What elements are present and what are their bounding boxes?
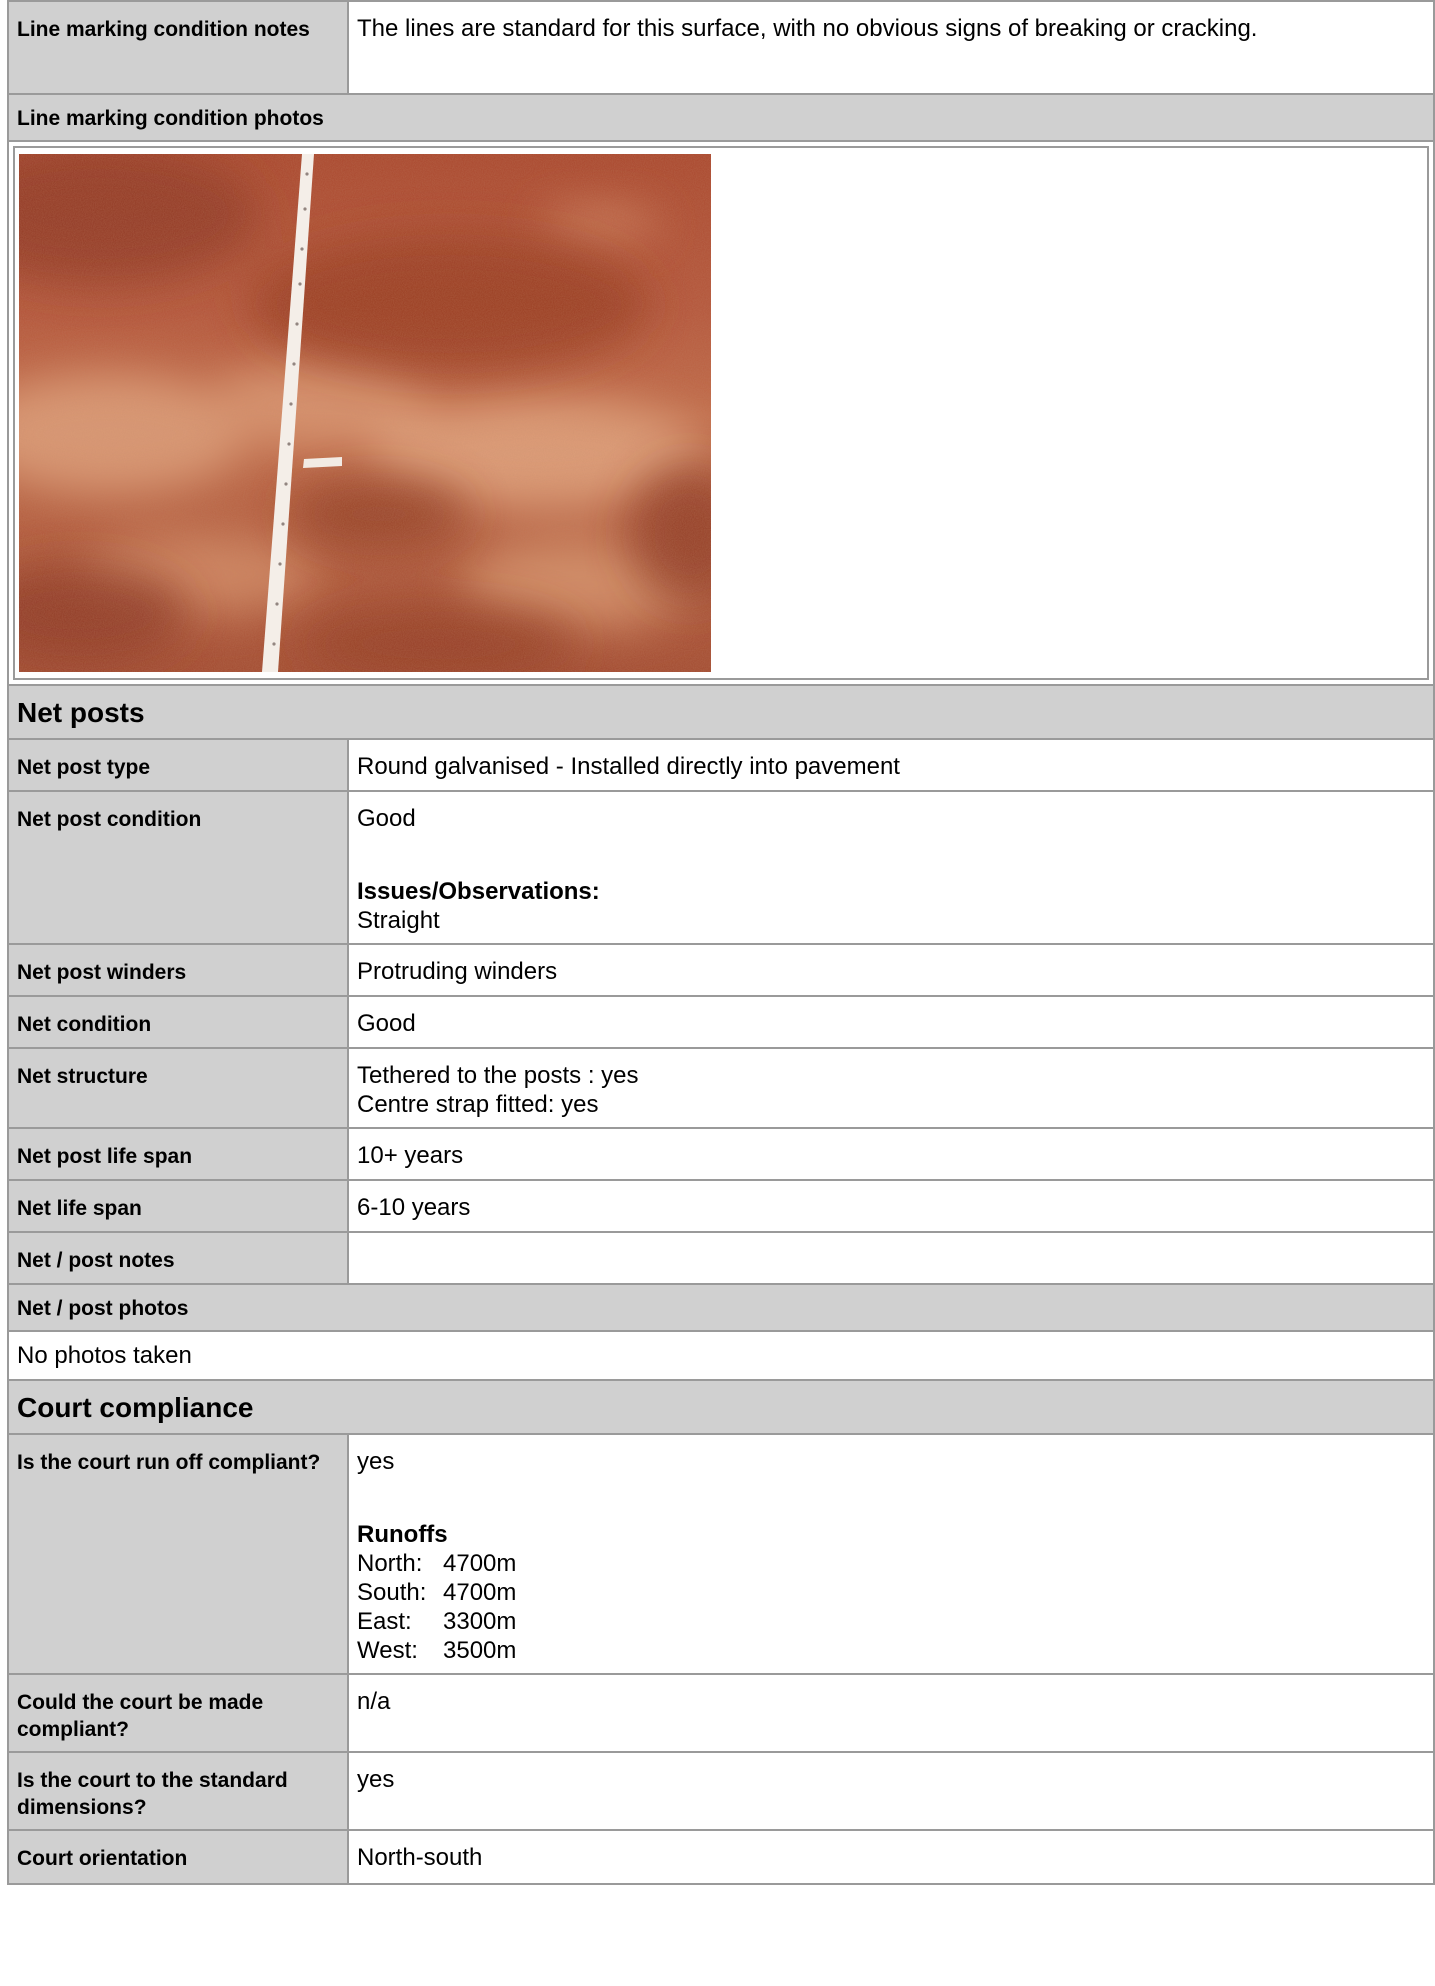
line-marking-photo-row <box>7 140 1435 686</box>
net-structure-line-1: Tethered to the posts : yes <box>357 1062 639 1089</box>
court-compliance-section-row: Court compliance <box>7 1379 1435 1435</box>
net-structure-line-2: Centre strap fitted: yes <box>357 1091 599 1118</box>
runoff-dir: South: <box>357 1579 427 1606</box>
net-life-span-row: Net life span 6-10 years <box>7 1179 1435 1233</box>
runoff-east: East: 3300m <box>357 1607 1425 1636</box>
inspection-report-table: Line marking condition notes The lines a… <box>7 0 1435 1885</box>
net-post-condition-value: Good Issues/Observations: Straight <box>347 790 1435 945</box>
runoff-value: 4700m <box>443 1579 517 1606</box>
net-post-photos-header-row: Net / post photos <box>7 1283 1435 1332</box>
net-posts-section-title: Net posts <box>7 684 1435 740</box>
court-orientation-row: Court orientation North-south <box>7 1829 1435 1885</box>
court-line-photo <box>19 154 711 672</box>
made-compliant-row: Could the court be made compliant? n/a <box>7 1673 1435 1753</box>
court-compliance-section-title: Court compliance <box>7 1379 1435 1435</box>
net-post-photos-value: No photos taken <box>7 1330 1435 1381</box>
runoff-west: West: 3500m <box>357 1636 1425 1665</box>
net-post-life-span-value: 10+ years <box>347 1127 1435 1181</box>
standard-dimensions-value: yes <box>347 1751 1435 1831</box>
made-compliant-label: Could the court be made compliant? <box>7 1673 349 1753</box>
net-condition-row: Net condition Good <box>7 995 1435 1049</box>
net-posts-section-row: Net posts <box>7 684 1435 740</box>
runoff-dir: West: <box>357 1637 418 1664</box>
line-marking-photo-cell <box>7 140 1435 686</box>
net-post-notes-label: Net / post notes <box>7 1231 349 1285</box>
runoff-value: 4700m <box>443 1550 517 1577</box>
line-marking-notes-row: Line marking condition notes The lines a… <box>7 0 1435 95</box>
net-structure-row: Net structure Tethered to the posts : ye… <box>7 1047 1435 1129</box>
net-life-span-label: Net life span <box>7 1179 349 1233</box>
standard-dimensions-row: Is the court to the standard dimensions?… <box>7 1751 1435 1831</box>
net-post-photos-label: Net / post photos <box>7 1283 1435 1332</box>
line-marking-notes-value: The lines are standard for this surface,… <box>347 0 1435 95</box>
net-post-notes-value <box>347 1231 1435 1285</box>
runoff-north: North: 4700m <box>357 1549 1425 1578</box>
net-post-winders-value: Protruding winders <box>347 943 1435 997</box>
net-structure-value: Tethered to the posts : yes Centre strap… <box>347 1047 1435 1129</box>
net-condition-value: Good <box>347 995 1435 1049</box>
net-post-condition-label: Net post condition <box>7 790 349 945</box>
line-marking-photos-label: Line marking condition photos <box>7 93 1435 142</box>
net-post-condition-row: Net post condition Good Issues/Observati… <box>7 790 1435 945</box>
court-orientation-label: Court orientation <box>7 1829 349 1885</box>
photo-frame <box>13 146 1429 680</box>
runoff-dir: East: <box>357 1608 412 1635</box>
net-post-winders-row: Net post winders Protruding winders <box>7 943 1435 997</box>
runoff-dir: North: <box>357 1550 423 1577</box>
issues-observations-title: Issues/Observations: <box>357 878 600 905</box>
runoff-south: South: 4700m <box>357 1578 1425 1607</box>
net-post-type-value: Round galvanised - Installed directly in… <box>347 738 1435 792</box>
net-post-type-row: Net post type Round galvanised - Install… <box>7 738 1435 792</box>
net-post-notes-row: Net / post notes <box>7 1231 1435 1285</box>
net-post-type-label: Net post type <box>7 738 349 792</box>
runoff-compliant-value: yes Runoffs North: 4700m South: 4700m Ea… <box>347 1433 1435 1675</box>
net-structure-label: Net structure <box>7 1047 349 1129</box>
net-post-life-span-row: Net post life span 10+ years <box>7 1127 1435 1181</box>
court-orientation-value: North-south <box>347 1829 1435 1885</box>
runoff-value: 3300m <box>443 1608 517 1635</box>
runoff-compliant-row: Is the court run off compliant? yes Runo… <box>7 1433 1435 1675</box>
line-marking-photos-header-row: Line marking condition photos <box>7 93 1435 142</box>
net-post-life-span-label: Net post life span <box>7 1127 349 1181</box>
runoff-compliant-text: yes <box>357 1448 395 1475</box>
net-post-photos-row: No photos taken <box>7 1330 1435 1381</box>
line-marking-notes-label: Line marking condition notes <box>7 0 349 95</box>
made-compliant-value: n/a <box>347 1673 1435 1753</box>
net-post-winders-label: Net post winders <box>7 943 349 997</box>
runoffs-title: Runoffs <box>357 1521 448 1548</box>
runoff-value: 3500m <box>443 1637 517 1664</box>
net-condition-label: Net condition <box>7 995 349 1049</box>
issues-observations-value: Straight <box>357 907 440 934</box>
net-life-span-value: 6-10 years <box>347 1179 1435 1233</box>
runoff-compliant-label: Is the court run off compliant? <box>7 1433 349 1675</box>
net-post-condition-text: Good <box>357 805 416 832</box>
standard-dimensions-label: Is the court to the standard dimensions? <box>7 1751 349 1831</box>
